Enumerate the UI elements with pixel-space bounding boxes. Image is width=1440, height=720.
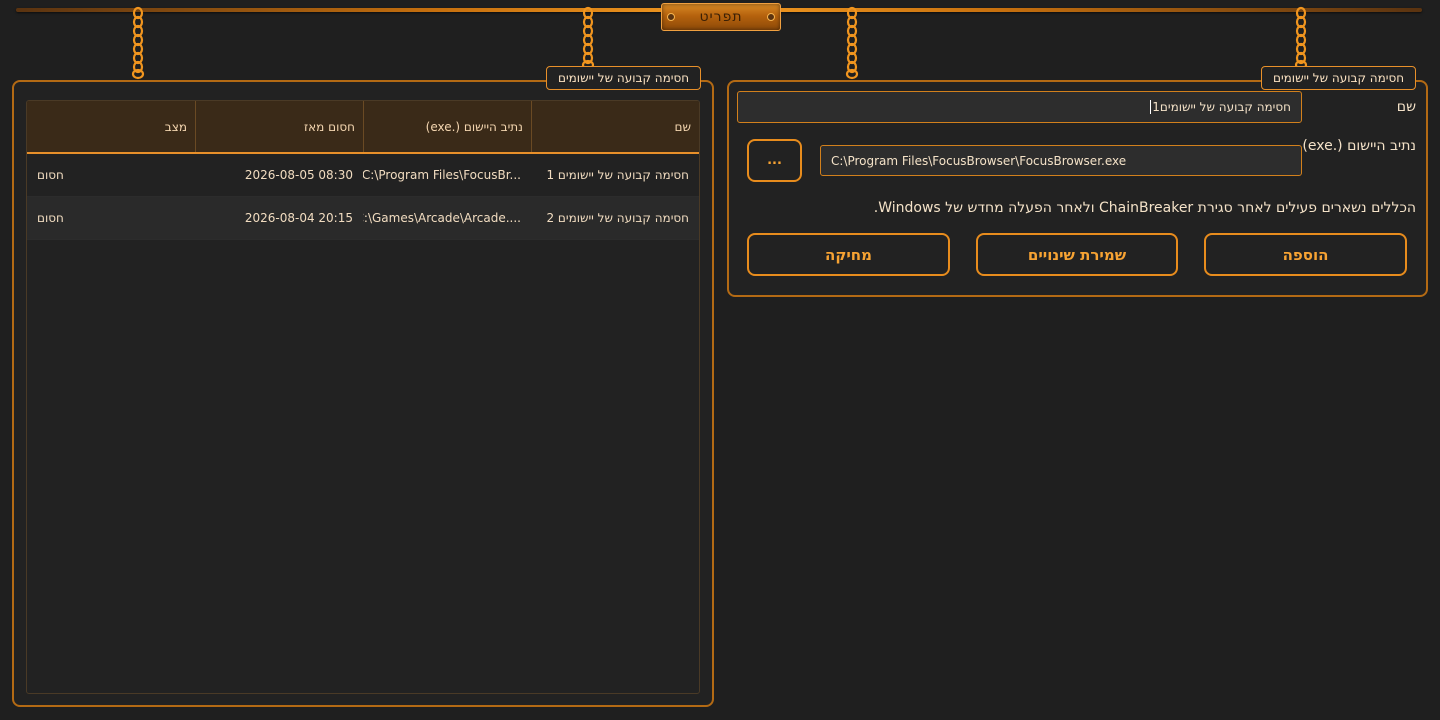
table-row[interactable]: חסימה קבועה של יישומים 1 C:\Program File… [27,154,699,197]
persistence-note: הכללים נשארים פעילים לאחר סגירת ChainBre… [873,200,1416,216]
text-caret [1150,100,1152,114]
path-field[interactable]: C:\Program Files\FocusBrowser\FocusBrows… [820,145,1302,176]
menu-button[interactable]: תפריט [661,3,781,31]
cell-since: 2026-08-05 08:30 [244,168,353,182]
path-label: נתיב היישום (.exe) [1302,138,1416,154]
cell-status: חסום [37,168,64,182]
bolt-icon [667,13,675,21]
column-header-status[interactable]: מצב [27,101,195,152]
browse-button[interactable]: ... [747,139,802,182]
chain-icon [131,6,145,80]
name-field-value: חסימה קבועה של יישומים1 [1152,100,1291,114]
app-window: תפריט חסימה קבועה של יישומים שם נתיב היי… [0,0,1440,720]
chain-icon [1294,6,1308,70]
name-field[interactable]: חסימה קבועה של יישומים1 [737,91,1302,123]
table-header: שם נתיב היישום (.exe) חסום מאז מצב [27,101,699,154]
name-label: שם [1396,99,1416,115]
bolt-icon [767,13,775,21]
menu-label: תפריט [699,9,743,25]
chain-icon [845,6,859,80]
column-header-name[interactable]: שם [531,101,699,152]
list-panel-title: חסימה קבועה של יישומים [546,66,702,90]
delete-button[interactable]: מחיקה [747,233,950,276]
cell-status: חסום [37,211,64,225]
cell-since: 2026-08-04 20:15 [244,211,353,225]
blocked-apps-table[interactable]: שם נתיב היישום (.exe) חסום מאז מצב חסימה… [26,100,700,694]
path-field-value: C:\Program Files\FocusBrowser\FocusBrows… [831,153,1127,168]
editor-panel-title: חסימה קבועה של יישומים [1261,66,1417,90]
add-button[interactable]: הוספה [1204,233,1407,276]
cell-name: חסימה קבועה של יישומים 2 [546,211,689,225]
table-row[interactable]: חסימה קבועה של יישומים 2 C:\Games\Arcade… [27,197,699,240]
save-changes-button[interactable]: שמירת שינויים [976,233,1178,276]
column-header-path[interactable]: נתיב היישום (.exe) [363,101,531,152]
chain-icon [581,6,595,70]
cell-path: C:\Games\Arcade\Arcade.... [363,211,521,225]
column-header-since[interactable]: חסום מאז [195,101,363,152]
cell-path: C:\Program Files\FocusBr... [363,168,521,182]
cell-name: חסימה קבועה של יישומים 1 [546,168,689,182]
